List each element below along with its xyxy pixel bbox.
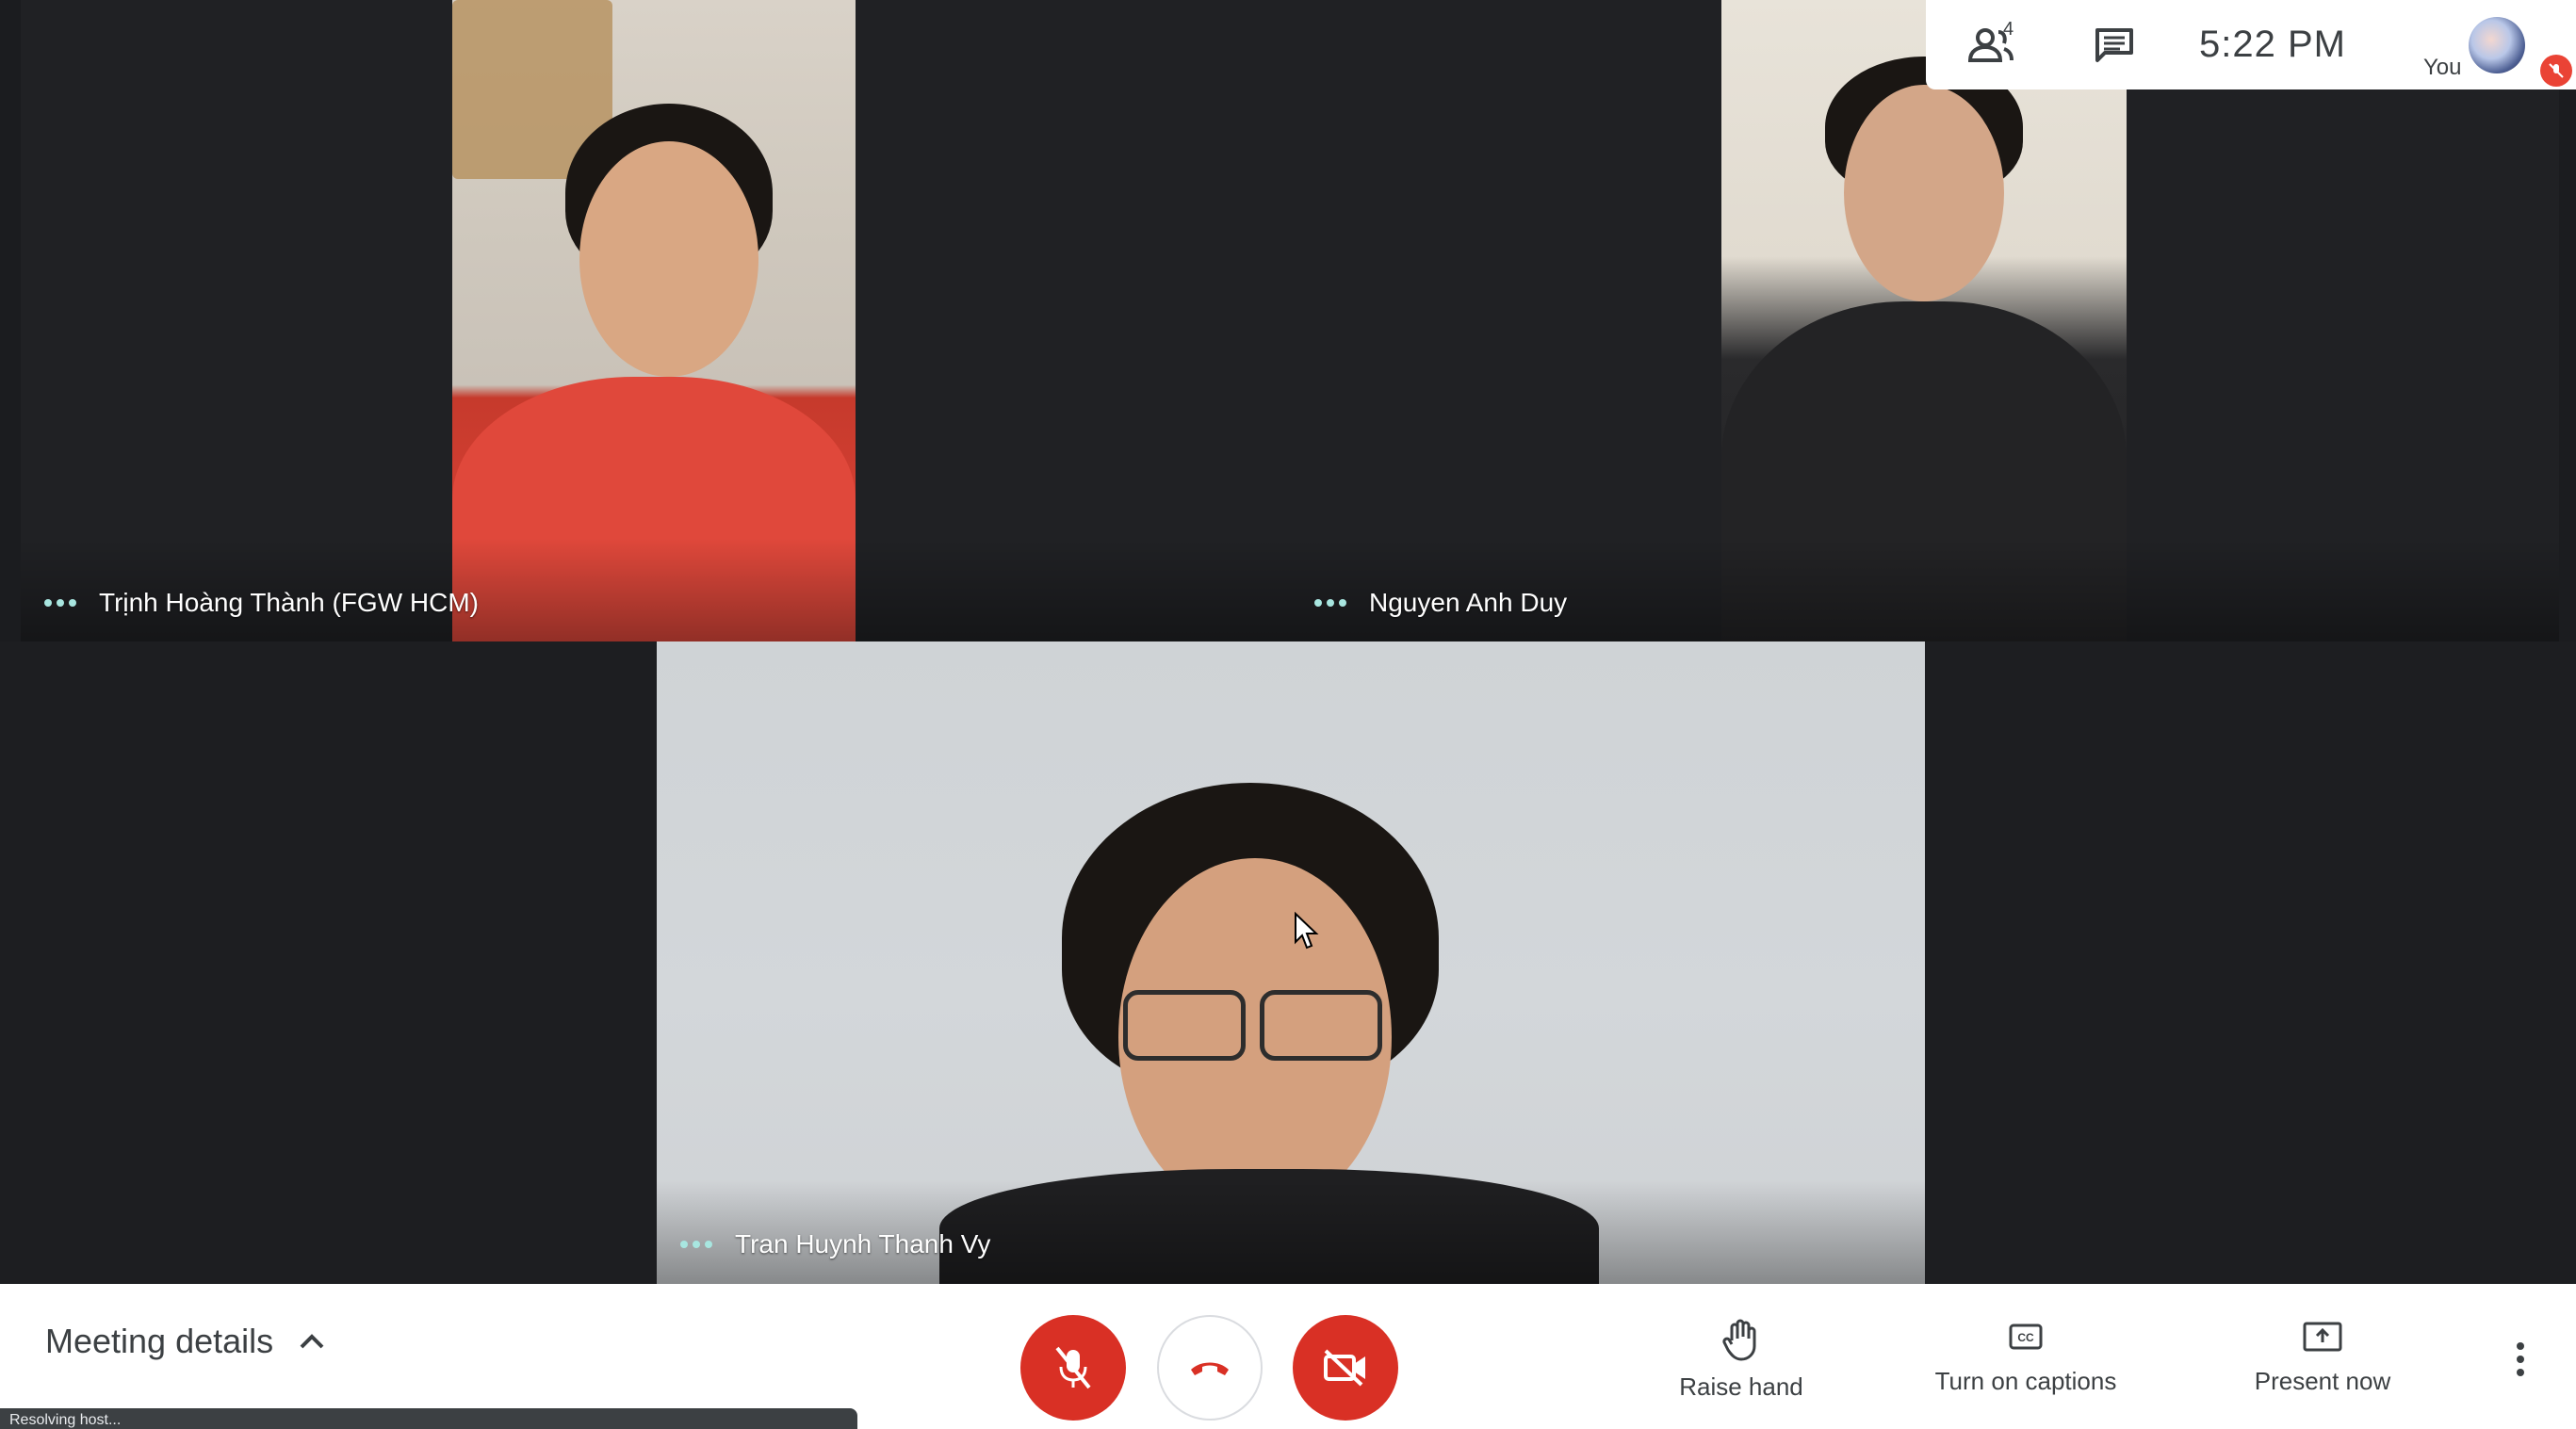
chat-icon — [2095, 27, 2133, 62]
raise-hand-button[interactable]: Raise hand — [1672, 1318, 1810, 1402]
phone-hangup-icon — [1191, 1362, 1229, 1375]
present-now-button[interactable]: Present now — [2242, 1318, 2403, 1396]
captions-label: Turn on captions — [1934, 1367, 2117, 1395]
status-bar: Resolving host... — [0, 1408, 857, 1429]
top-info-panel: 4 5:22 PM — [1926, 0, 2416, 89]
camera-off-icon — [1324, 1349, 1365, 1387]
closed-captions-icon: CC — [2009, 1323, 2043, 1350]
chat-button[interactable] — [2058, 0, 2171, 89]
avatar — [2469, 17, 2525, 73]
participant-tile[interactable]: Nguyen Anh Duy — [1291, 0, 2559, 641]
people-count: 4 — [2003, 19, 2014, 40]
participant-name-row: Tran Huynh Thanh Vy — [680, 1229, 990, 1259]
present-now-label: Present now — [2254, 1367, 2391, 1395]
participant-name-row: Nguyen Anh Duy — [1314, 588, 1567, 618]
bottom-control-bar: Meeting details Resolving host... Raise — [0, 1284, 2576, 1429]
self-label: You — [2423, 55, 2462, 80]
captions-button[interactable]: CC Turn on captions — [1922, 1318, 2129, 1396]
participant-name: Nguyen Anh Duy — [1369, 588, 1568, 617]
clock-time: 5:22 PM — [2199, 24, 2346, 65]
microphone-toggle-button[interactable] — [1020, 1315, 1126, 1421]
svg-text:CC: CC — [2017, 1331, 2034, 1344]
more-options-icon[interactable] — [680, 1241, 712, 1248]
more-options-button[interactable] — [2502, 1331, 2539, 1388]
mouse-cursor-icon — [1295, 912, 1319, 950]
self-view-tile[interactable]: You — [2416, 0, 2576, 89]
participant-name: Trịnh Hoàng Thành (FGW HCM) — [99, 588, 479, 617]
participant-name: Tran Huynh Thanh Vy — [735, 1229, 991, 1258]
chevron-up-icon — [300, 1334, 324, 1349]
meeting-details-label: Meeting details — [45, 1322, 274, 1360]
participant-video: Tran Huynh Thanh Vy — [657, 641, 1925, 1284]
mic-off-icon — [1055, 1346, 1091, 1389]
more-options-icon[interactable] — [44, 599, 76, 607]
status-text: Resolving host... — [9, 1412, 122, 1428]
participant-name-row: Trịnh Hoàng Thành (FGW HCM) — [44, 588, 479, 618]
people-button[interactable]: 4 — [1926, 0, 2058, 89]
more-options-icon[interactable] — [1314, 599, 1346, 607]
camera-toggle-button[interactable] — [1293, 1315, 1398, 1421]
participant-tile[interactable]: Tran Huynh Thanh Vy — [0, 641, 2576, 1284]
participant-tile[interactable]: Trịnh Hoàng Thành (FGW HCM) — [21, 0, 1295, 641]
present-screen-icon — [2303, 1322, 2342, 1352]
meeting-details-button[interactable]: Meeting details — [45, 1322, 326, 1361]
hand-icon — [1722, 1319, 1756, 1361]
video-stage: Trịnh Hoàng Thành (FGW HCM) Nguyen Anh D… — [0, 0, 2576, 1284]
mic-off-icon — [2540, 55, 2572, 87]
raise-hand-label: Raise hand — [1679, 1372, 1803, 1401]
end-call-button[interactable] — [1157, 1315, 1263, 1421]
